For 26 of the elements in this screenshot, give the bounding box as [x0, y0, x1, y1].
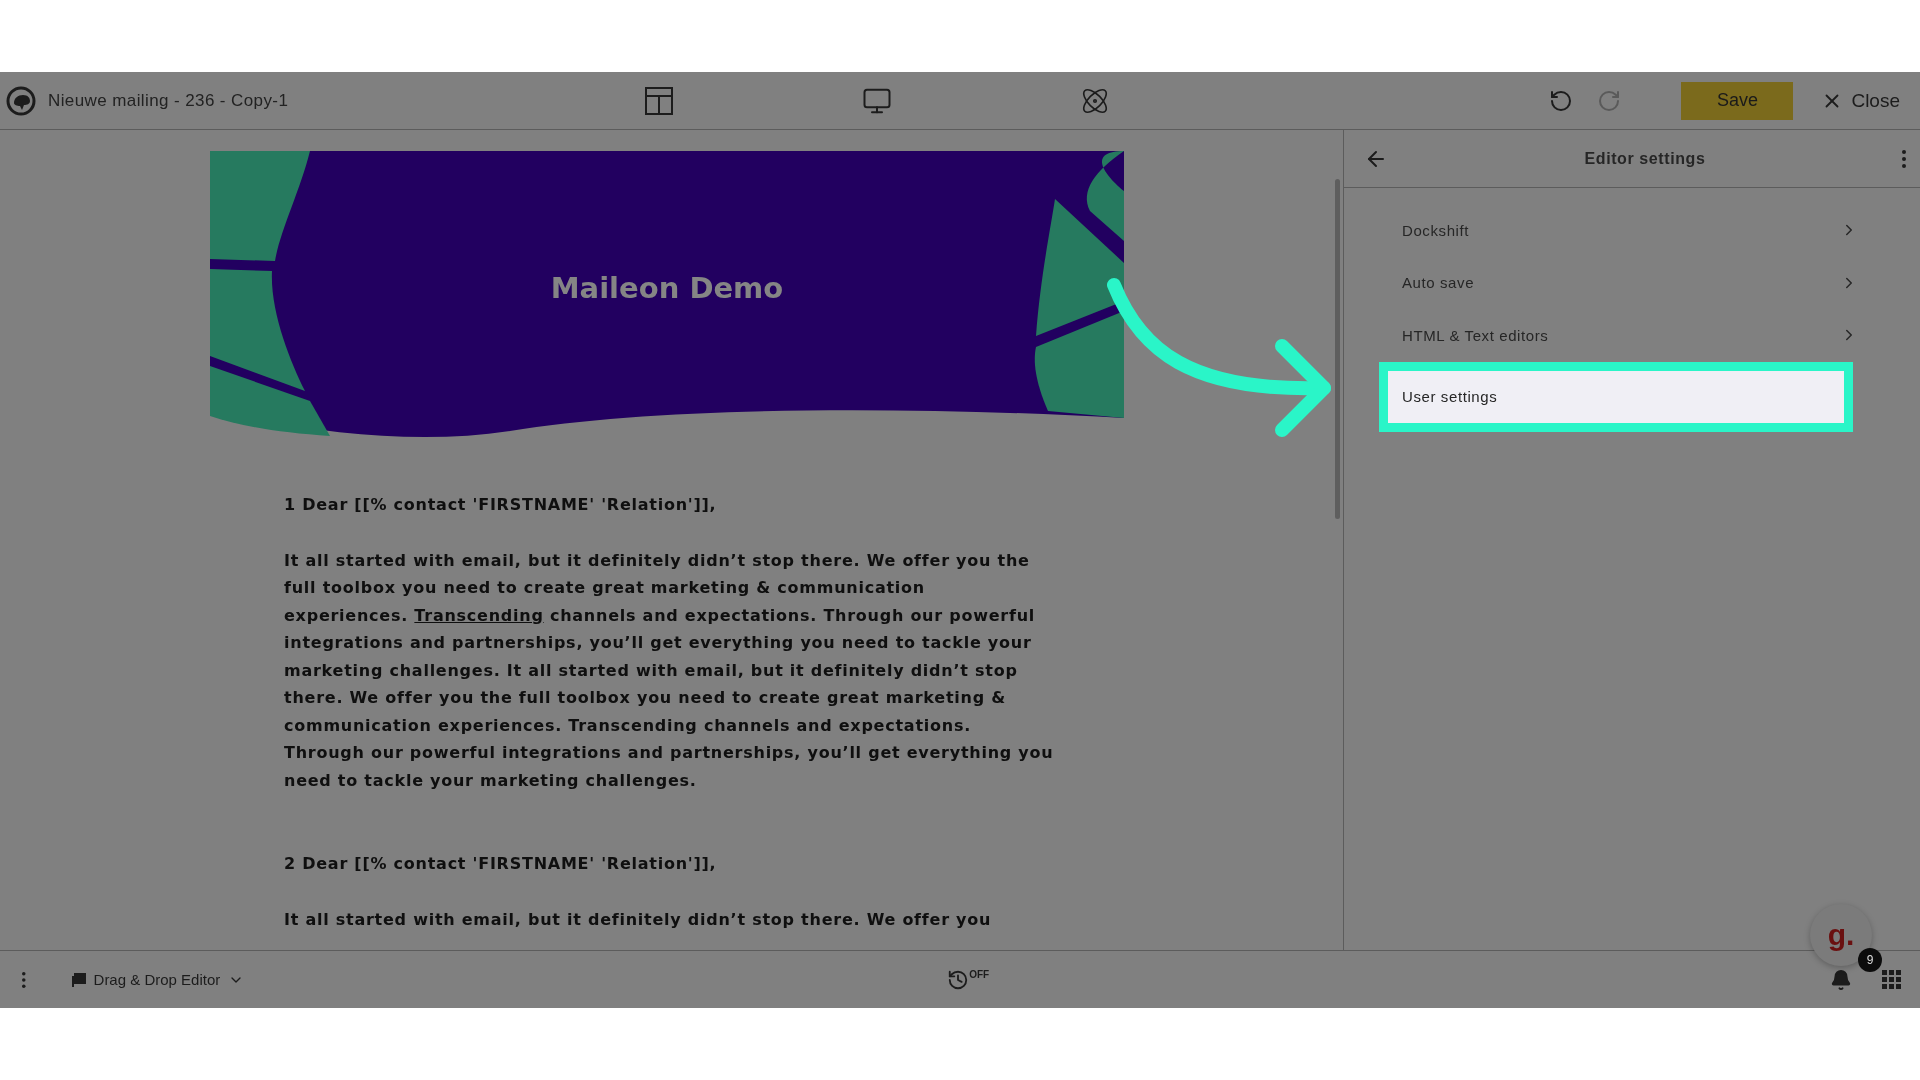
- settings-item[interactable]: Dockshift: [1402, 204, 1858, 257]
- document-title: Nieuwe mailing - 236 - Copy-1: [48, 90, 289, 111]
- settings-item[interactable]: HTML & Text editors: [1402, 309, 1858, 362]
- logo-icon: [6, 85, 36, 116]
- banner-title: Maileon Demo: [549, 271, 785, 305]
- text-link[interactable]: Transcending: [414, 605, 544, 625]
- body-paragraph: It all started with email, but it definitely didn’t stop there. We offer you the full toolbox you need to create great marketing & communication experiences. Transcending channels and expectations. Through our powerful integrations and partnerships, you’ll get everything you need to tackle your marketing challenges. It all started with email, but it definitely didn’t stop there. We offer you the full toolbox you need to create great marketing & communication experiences. Transcending channels and expectations. Through our powerful integrations and partnerships, you’ll get everything you need to tackle your marketing challenges.: [284, 549, 1054, 792]
- greeting-text: 1 Dear [[% contact 'FIRSTNAME' 'Relation']],: [284, 494, 718, 516]
- scrollbar[interactable]: [1335, 179, 1340, 519]
- bell-icon: [1830, 968, 1852, 991]
- more-icon: [22, 971, 26, 988]
- settings-item[interactable]: User settings: [1379, 361, 1853, 432]
- body-paragraph: It all started with email, but it definitely didn’t stop there. We offer you: [284, 908, 993, 931]
- history-icon: [947, 968, 970, 991]
- settings-item[interactable]: Auto save: [1402, 256, 1858, 309]
- editor-icon: [71, 972, 86, 987]
- autosave-toggle[interactable]: OFF: [947, 968, 990, 991]
- more-icon: [1902, 149, 1906, 168]
- close-button[interactable]: Close: [1815, 88, 1906, 113]
- panel-title: Editor settings: [1584, 149, 1706, 168]
- editor-mode-dropdown[interactable]: Drag & Drop Editor: [65, 970, 251, 989]
- greeting-text: 2 Dear [[% contact 'FIRSTNAME' 'Relation']],: [284, 853, 718, 875]
- notification-badge: 9: [1858, 948, 1882, 972]
- undo-icon: [1549, 88, 1574, 113]
- save-button[interactable]: Save: [1681, 81, 1794, 120]
- redo-icon: [1597, 88, 1622, 113]
